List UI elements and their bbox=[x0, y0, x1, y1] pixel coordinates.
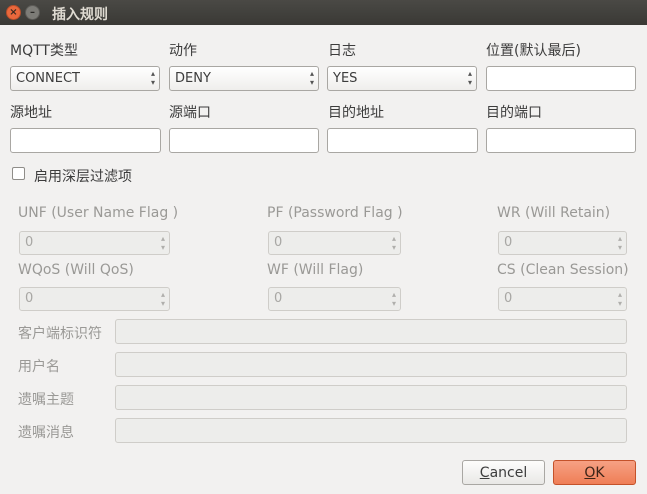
will-topic-input[interactable] bbox=[115, 385, 627, 410]
src-addr-label: 源地址 bbox=[10, 105, 52, 121]
wf-spinbox[interactable]: 0 ▴ ▾ bbox=[268, 287, 401, 311]
wf-value: 0 bbox=[274, 291, 283, 306]
src-port-label: 源端口 bbox=[169, 105, 211, 121]
unf-label: UNF (User Name Flag ) bbox=[18, 205, 179, 221]
cs-label: CS (Clean Session) bbox=[497, 262, 629, 278]
unf-spinbox[interactable]: 0 ▴ ▾ bbox=[19, 231, 170, 255]
ok-button[interactable]: OK bbox=[553, 460, 636, 485]
pf-label: PF (Password Flag ) bbox=[267, 205, 403, 221]
cancel-mnemonic: C bbox=[479, 464, 490, 481]
dst-addr-input[interactable] bbox=[327, 128, 478, 153]
pf-value: 0 bbox=[274, 235, 283, 250]
pf-spinbox[interactable]: 0 ▴ ▾ bbox=[268, 231, 401, 255]
spin-arrows-icon[interactable]: ▴ ▾ bbox=[392, 290, 396, 308]
minimize-icon[interactable]: – bbox=[25, 5, 40, 20]
updown-icon: ▴ ▾ bbox=[309, 69, 314, 87]
dst-addr-label: 目的地址 bbox=[328, 105, 384, 121]
mqtt-type-value: CONNECT bbox=[16, 71, 80, 86]
username-input[interactable] bbox=[115, 352, 627, 377]
deep-filter-checkbox[interactable] bbox=[12, 167, 25, 180]
cs-value: 0 bbox=[504, 291, 513, 306]
spin-arrows-icon[interactable]: ▴ ▾ bbox=[161, 290, 165, 308]
username-label: 用户名 bbox=[18, 359, 60, 375]
wqos-label: WQoS (Will QoS) bbox=[18, 262, 134, 278]
ok-label: K bbox=[595, 464, 605, 481]
action-value: DENY bbox=[175, 71, 211, 86]
dst-port-input[interactable] bbox=[486, 128, 636, 153]
src-addr-input[interactable] bbox=[10, 128, 161, 153]
deep-filter-label[interactable]: 启用深层过滤项 bbox=[34, 166, 132, 186]
spin-arrows-icon[interactable]: ▴ ▾ bbox=[618, 234, 622, 252]
client-id-input[interactable] bbox=[115, 319, 627, 344]
mqtt-type-label: MQTT类型 bbox=[10, 43, 78, 59]
log-select[interactable]: YES ▴ ▾ bbox=[327, 66, 477, 91]
wqos-spinbox[interactable]: 0 ▴ ▾ bbox=[19, 287, 170, 311]
will-message-input[interactable] bbox=[115, 418, 627, 443]
src-port-input[interactable] bbox=[169, 128, 319, 153]
position-label: 位置(默认最后) bbox=[486, 43, 581, 59]
wr-value: 0 bbox=[504, 235, 513, 250]
action-label: 动作 bbox=[169, 43, 197, 59]
dst-port-label: 目的端口 bbox=[486, 105, 542, 121]
cancel-button[interactable]: Cancel bbox=[462, 460, 545, 485]
ok-mnemonic: O bbox=[584, 464, 596, 481]
position-input[interactable] bbox=[486, 66, 636, 91]
title-bar: × – 插入规则 bbox=[0, 0, 647, 25]
log-value: YES bbox=[333, 71, 358, 86]
updown-icon: ▴ ▾ bbox=[150, 69, 155, 87]
action-select[interactable]: DENY ▴ ▾ bbox=[169, 66, 319, 91]
wr-spinbox[interactable]: 0 ▴ ▾ bbox=[498, 231, 627, 255]
mqtt-type-select[interactable]: CONNECT ▴ ▾ bbox=[10, 66, 160, 91]
close-icon[interactable]: × bbox=[6, 5, 21, 20]
updown-icon: ▴ ▾ bbox=[467, 69, 472, 87]
unf-value: 0 bbox=[25, 235, 34, 250]
spin-arrows-icon[interactable]: ▴ ▾ bbox=[392, 234, 396, 252]
cancel-label: ancel bbox=[489, 464, 528, 481]
wf-label: WF (Will Flag) bbox=[267, 262, 364, 278]
will-topic-label: 遗嘱主题 bbox=[18, 392, 74, 408]
window-title: 插入规则 bbox=[52, 7, 108, 23]
log-label: 日志 bbox=[328, 43, 356, 59]
wr-label: WR (Will Retain) bbox=[497, 205, 611, 221]
will-message-label: 遗嘱消息 bbox=[18, 425, 74, 441]
client-id-label: 客户端标识符 bbox=[18, 326, 102, 342]
spin-arrows-icon[interactable]: ▴ ▾ bbox=[618, 290, 622, 308]
cs-spinbox[interactable]: 0 ▴ ▾ bbox=[498, 287, 627, 311]
spin-arrows-icon[interactable]: ▴ ▾ bbox=[161, 234, 165, 252]
wqos-value: 0 bbox=[25, 291, 34, 306]
